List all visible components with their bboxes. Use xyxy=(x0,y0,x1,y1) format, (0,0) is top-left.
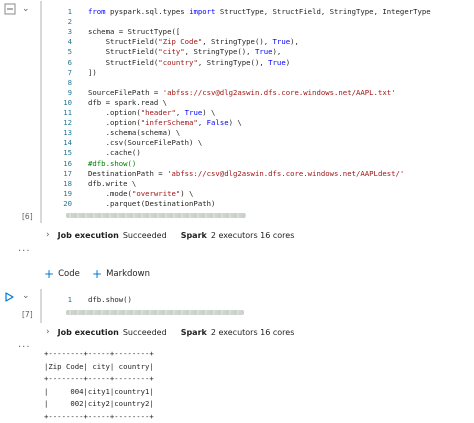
code-line: DestinationPath = 'abfss://csv@dlg2aswin… xyxy=(88,168,405,178)
code-line: ]) xyxy=(88,67,97,77)
line-number: 15 xyxy=(63,148,72,158)
code-line: .parquet(DestinationPath) xyxy=(88,198,216,208)
line-number: 9 xyxy=(67,87,72,97)
code-line: StructField("Zip Code", StringType(), Tr… xyxy=(88,37,299,47)
code-line: .csv(SourceFilePath) \ xyxy=(88,138,203,148)
job-execution-summary-1[interactable]: › Job execution Succeeded Spark 2 execut… xyxy=(46,230,294,240)
line-number: 1 xyxy=(67,7,72,16)
code-line: dfb.write \ xyxy=(88,178,137,188)
chevron-right-icon: › xyxy=(46,230,50,240)
line-number: 20 xyxy=(63,198,72,208)
line-number: 6 xyxy=(67,57,72,67)
code-line: #dfb.show() xyxy=(88,158,137,168)
cell-2-more-icon[interactable]: ··· xyxy=(18,342,31,353)
code-line: schema = StructType([ xyxy=(88,27,181,37)
line-number: 18 xyxy=(63,178,72,188)
cell-2-output-blurred xyxy=(66,310,244,315)
code-cell-1[interactable]: 1 from pyspark.sql.types import StructTyp… xyxy=(40,1,474,223)
line-number: 4 xyxy=(67,37,72,47)
code-line: .option("header", True) \ xyxy=(88,108,216,117)
cell-2-exec-count: [7] xyxy=(22,310,33,319)
code-cell-2[interactable]: 1 dfb.show() xyxy=(40,289,474,323)
add-markdown-label: Markdown xyxy=(106,269,150,279)
cell-1-more-icon[interactable]: ··· xyxy=(18,246,31,257)
line-number: 1 xyxy=(67,295,72,304)
cell-1-exec-count: [6] xyxy=(22,212,33,221)
spark-detail: 2 executors 16 cores xyxy=(210,230,295,240)
code-line: StructField("city", StringType(), True), xyxy=(88,47,282,57)
add-code-label: Code xyxy=(58,269,80,279)
code-line: SourceFilePath = 'abfss://csv@dlg2aswin.… xyxy=(88,87,396,97)
plus-icon: + xyxy=(44,267,55,281)
line-number: 7 xyxy=(67,67,72,77)
code-line: .option("inferSchema", False) \ xyxy=(88,118,242,128)
chevron-right-icon: › xyxy=(46,327,50,337)
output-line: | 004|city1|country1| xyxy=(44,386,154,396)
code-line: .mode("overwrite") \ xyxy=(88,188,194,198)
line-number: 17 xyxy=(63,168,72,178)
job-execution-label: Job execution xyxy=(57,230,119,240)
spark-detail: 2 executors 16 cores xyxy=(210,327,295,337)
code-line: .schema(schema) \ xyxy=(88,128,181,138)
line-number: 10 xyxy=(63,97,72,107)
code-line: dfb.show() xyxy=(88,295,132,304)
output-line: | 002|city2|country2| xyxy=(44,399,154,408)
plus-icon: + xyxy=(92,267,103,281)
job-status: Succeeded xyxy=(122,327,167,337)
spark-label: Spark xyxy=(180,327,207,337)
output-line: +--------+-----+--------+ xyxy=(44,374,154,383)
job-execution-label: Job execution xyxy=(57,327,119,337)
line-number: 19 xyxy=(63,188,72,198)
cell-2-chevron-icon[interactable]: ⌄ xyxy=(22,291,30,301)
line-number: 12 xyxy=(63,118,72,128)
line-number: 13 xyxy=(63,128,72,138)
job-status: Succeeded xyxy=(122,230,167,240)
output-line: +--------+-----+--------+ xyxy=(44,349,154,358)
show-output: +--------+-----+--------+ |Zip Code| city… xyxy=(44,348,154,423)
job-execution-summary-2[interactable]: › Job execution Succeeded Spark 2 execut… xyxy=(46,327,294,337)
cell-1-output-blurred xyxy=(66,213,246,218)
spark-label: Spark xyxy=(180,230,207,240)
run-cell-icon[interactable] xyxy=(4,292,14,302)
output-line: |Zip Code| city| country| xyxy=(44,361,154,371)
cell-1-collapse-icon[interactable] xyxy=(4,3,16,15)
code-line: StructField("country", StringType(), Tru… xyxy=(88,57,291,67)
line-number: 14 xyxy=(63,138,72,148)
line-number: 8 xyxy=(67,77,72,87)
code-line: .cache() xyxy=(88,148,141,158)
code-line: dfb = spark.read \ xyxy=(88,97,168,107)
line-number: 2 xyxy=(67,17,72,27)
add-code-button[interactable]: + Code xyxy=(44,267,80,281)
cell-1-chevron-icon[interactable]: ⌄ xyxy=(22,4,30,14)
line-number: 3 xyxy=(67,27,72,37)
line-number: 16 xyxy=(63,158,72,168)
add-markdown-button[interactable]: + Markdown xyxy=(92,267,150,281)
output-line: +--------+-----+--------+ xyxy=(44,411,154,421)
code-line: from pyspark.sql.types import StructType… xyxy=(88,7,431,16)
line-number: 5 xyxy=(67,47,72,57)
line-number: 11 xyxy=(63,108,72,117)
